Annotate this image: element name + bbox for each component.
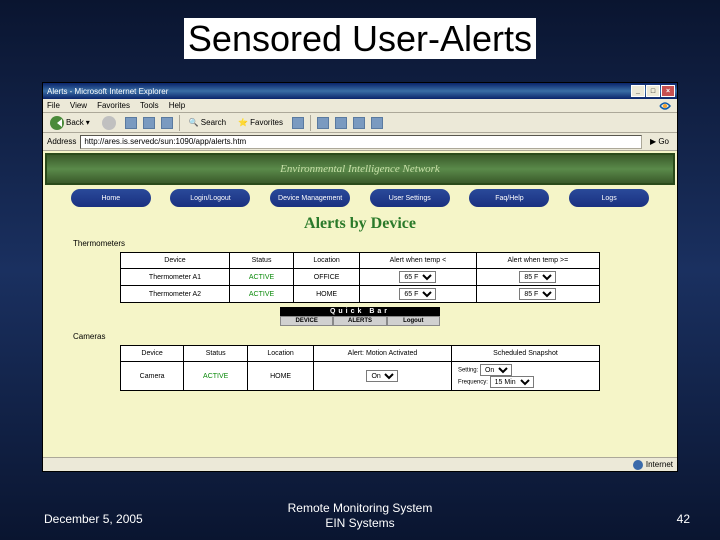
- history-icon[interactable]: [292, 117, 304, 129]
- site-nav: Home Login/Logout Device Management User…: [43, 187, 677, 209]
- temp-low-select[interactable]: 65 F: [399, 288, 436, 300]
- nav-faq[interactable]: Faq/Help: [469, 189, 549, 207]
- col-device: Device: [121, 253, 230, 269]
- search-button[interactable]: 🔍 Search: [186, 117, 229, 128]
- section-thermometers: Thermometers: [43, 237, 677, 250]
- site-banner: Environmental Intelligence Network: [45, 153, 675, 185]
- edit-icon[interactable]: [353, 117, 365, 129]
- separator: [179, 115, 180, 131]
- globe-icon: [633, 460, 643, 470]
- page-heading: Alerts by Device: [43, 209, 677, 237]
- col-status: Status: [184, 346, 248, 362]
- temp-high-select[interactable]: 85 F: [519, 271, 556, 283]
- motion-select[interactable]: On: [366, 370, 398, 382]
- window-title: Alerts - Microsoft Internet Explorer: [45, 87, 630, 96]
- back-button[interactable]: Back ▾: [47, 115, 93, 131]
- home-icon[interactable]: [161, 117, 173, 129]
- quickbar-device[interactable]: DEVICE: [280, 316, 333, 326]
- col-temp-high: Alert when temp >=: [476, 253, 599, 269]
- cell-status: ACTIVE: [184, 362, 248, 391]
- quickbar: Quick Bar DEVICE ALERTS Logout: [280, 307, 440, 326]
- cell-location: HOME: [294, 286, 360, 303]
- temp-low-select[interactable]: 65 F: [399, 271, 436, 283]
- table-row: Thermometer A1 ACTIVE OFFICE 65 F 85 F: [121, 269, 600, 286]
- menu-help[interactable]: Help: [169, 101, 185, 110]
- cell-location: HOME: [248, 362, 314, 391]
- address-label: Address: [47, 137, 76, 146]
- page-number: 42: [677, 512, 690, 526]
- slide-title: Sensored User-Alerts: [0, 0, 720, 68]
- snapshot-setting-select[interactable]: On: [480, 364, 512, 376]
- addressbar: Address http://ares.is.servedc/sun:1090/…: [43, 133, 677, 151]
- refresh-icon[interactable]: [143, 117, 155, 129]
- nav-device-management[interactable]: Device Management: [270, 189, 350, 207]
- back-icon: [50, 116, 64, 130]
- forward-button[interactable]: [99, 115, 119, 131]
- page-content: Environmental Intelligence Network Home …: [43, 151, 677, 457]
- col-motion: Alert: Motion Activated: [314, 346, 452, 362]
- go-button[interactable]: ▶ Go: [646, 137, 673, 146]
- nav-login[interactable]: Login/Logout: [170, 189, 250, 207]
- window-titlebar: Alerts - Microsoft Internet Explorer _ □…: [43, 83, 677, 99]
- menu-favorites[interactable]: Favorites: [97, 101, 130, 110]
- separator: [310, 115, 311, 131]
- quickbar-alerts[interactable]: ALERTS: [333, 316, 386, 326]
- url-input[interactable]: http://ares.is.servedc/sun:1090/app/aler…: [80, 135, 642, 149]
- cell-device: Thermometer A1: [121, 269, 230, 286]
- mail-icon[interactable]: [317, 117, 329, 129]
- thermometer-table: Device Status Location Alert when temp <…: [120, 252, 600, 303]
- status-zone: Internet: [646, 460, 673, 469]
- table-row: Camera ACTIVE HOME On Setting: On Freque…: [121, 362, 600, 391]
- table-header-row: Device Status Location Alert: Motion Act…: [121, 346, 600, 362]
- ie-logo-icon: [657, 99, 673, 113]
- cell-status: ACTIVE: [230, 286, 294, 303]
- camera-table: Device Status Location Alert: Motion Act…: [120, 345, 600, 391]
- menu-view[interactable]: View: [70, 101, 87, 110]
- quickbar-title: Quick Bar: [280, 307, 440, 316]
- col-device: Device: [121, 346, 184, 362]
- misc-icon[interactable]: [371, 117, 383, 129]
- menu-file[interactable]: File: [47, 101, 60, 110]
- cell-device: Camera: [121, 362, 184, 391]
- toolbar: Back ▾ 🔍 Search ⭐ Favorites: [43, 113, 677, 133]
- browser-window: Alerts - Microsoft Internet Explorer _ □…: [42, 82, 678, 472]
- col-snapshot: Scheduled Snapshot: [451, 346, 599, 362]
- forward-icon: [102, 116, 116, 130]
- cell-status: ACTIVE: [230, 269, 294, 286]
- menubar: File View Favorites Tools Help: [43, 99, 677, 113]
- print-icon[interactable]: [335, 117, 347, 129]
- nav-user-settings[interactable]: User Settings: [370, 189, 450, 207]
- minimize-button[interactable]: _: [631, 85, 645, 97]
- temp-high-select[interactable]: 85 F: [519, 288, 556, 300]
- cell-snapshot: Setting: On Frequency: 15 Min: [451, 362, 599, 391]
- nav-logs[interactable]: Logs: [569, 189, 649, 207]
- menu-tools[interactable]: Tools: [140, 101, 159, 110]
- col-status: Status: [230, 253, 294, 269]
- snapshot-freq-select[interactable]: 15 Min: [490, 376, 534, 388]
- col-location: Location: [294, 253, 360, 269]
- quickbar-logout[interactable]: Logout: [387, 316, 440, 326]
- statusbar: Internet: [43, 457, 677, 471]
- col-temp-low: Alert when temp <: [360, 253, 477, 269]
- close-button[interactable]: ×: [661, 85, 675, 97]
- section-cameras: Cameras: [43, 330, 677, 343]
- banner-tagline: Environmental Intelligence Network: [280, 163, 440, 175]
- favorites-button[interactable]: ⭐ Favorites: [235, 117, 286, 128]
- maximize-button[interactable]: □: [646, 85, 660, 97]
- footer-center: Remote Monitoring SystemEIN Systems: [0, 501, 720, 530]
- table-header-row: Device Status Location Alert when temp <…: [121, 253, 600, 269]
- table-row: Thermometer A2 ACTIVE HOME 65 F 85 F: [121, 286, 600, 303]
- nav-home[interactable]: Home: [71, 189, 151, 207]
- stop-icon[interactable]: [125, 117, 137, 129]
- col-location: Location: [248, 346, 314, 362]
- cell-location: OFFICE: [294, 269, 360, 286]
- cell-device: Thermometer A2: [121, 286, 230, 303]
